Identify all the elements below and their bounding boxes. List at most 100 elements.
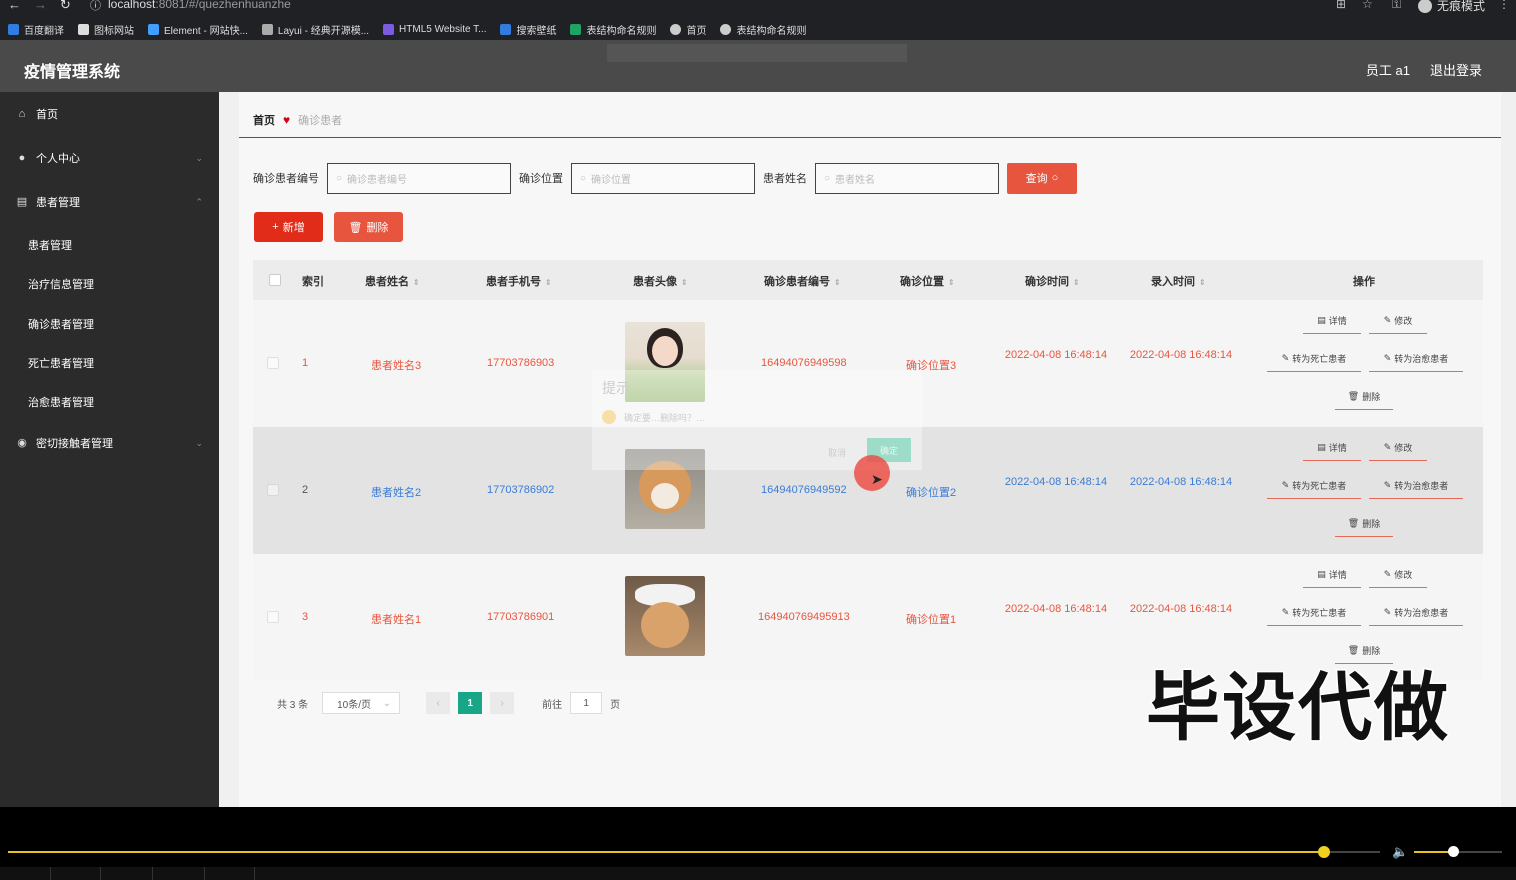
th-avatar[interactable]: 患者头像 ⇕ (633, 273, 688, 289)
volume-icon[interactable]: 🔈 (1392, 844, 1408, 860)
delete-button[interactable]: 🗑 删除 (1335, 511, 1393, 537)
doc-icon: ▤ (1317, 569, 1326, 579)
sidebar-item-patients[interactable]: ▤ 患者管理 ⌃ (0, 182, 219, 222)
row-checkbox[interactable] (267, 357, 279, 369)
bookmark[interactable]: Element - 网站快... (148, 22, 248, 37)
sort-icon: ⇕ (834, 278, 841, 287)
delete-button[interactable]: 🗑 删除 (1335, 384, 1393, 410)
th-location[interactable]: 确诊位置 ⇕ (900, 273, 955, 289)
next-page-button[interactable]: › (490, 692, 515, 714)
th-phone[interactable]: 患者手机号 ⇕ (486, 273, 552, 289)
sidebar-item-profile[interactable]: ● 个人中心 ⌄ (0, 138, 219, 178)
breadcrumb-home[interactable]: 首页 (253, 112, 275, 128)
detail-button[interactable]: ▤ 详情 (1303, 562, 1361, 588)
video-progress-handle[interactable] (1318, 846, 1330, 858)
sidebar-item-home[interactable]: ⌂ 首页 (0, 94, 219, 134)
warning-icon (602, 410, 616, 424)
goto-page-input[interactable]: 1 (570, 692, 603, 714)
sidebar-sub-treatment[interactable]: 治疗信息管理 (28, 276, 94, 292)
doc-icon: ▤ (16, 196, 28, 208)
batch-delete-button[interactable]: 🗑 删除 (334, 212, 403, 242)
forward-icon[interactable]: → (34, 0, 47, 12)
sidebar-item-contacts[interactable]: ◉ 密切接触者管理 ⌄ (0, 423, 219, 463)
search-input-name[interactable]: ○ 患者姓名 (815, 162, 999, 194)
reload-icon[interactable]: ↻ (60, 0, 71, 13)
search-input-location[interactable]: ○ 确诊位置 (571, 162, 755, 194)
bookmark[interactable]: HTML5 Website T... (383, 23, 486, 35)
to-cured-button[interactable]: ✎ 转为治愈患者 (1369, 346, 1463, 372)
home-icon: ⌂ (18, 108, 26, 120)
pencil-icon: ✎ (1383, 569, 1392, 579)
sidebar-sub-cured[interactable]: 治愈患者管理 (28, 394, 94, 410)
plus-icon: + (272, 221, 279, 233)
pencil-icon: ✎ (1383, 442, 1392, 452)
th-name[interactable]: 患者姓名 ⇕ (365, 273, 420, 289)
search-icon: ○ (824, 172, 831, 184)
chevron-left-icon: ‹ (436, 697, 440, 709)
page-number-current[interactable]: 1 (458, 692, 483, 714)
bookmark-icon (720, 23, 732, 35)
chevron-down-icon: ⌄ (195, 152, 203, 163)
bookmark[interactable]: 表结构命名规则 (570, 22, 656, 37)
bookmark[interactable]: 首页 (670, 22, 706, 37)
sidebar-sub-patient-mgmt[interactable]: 患者管理 (28, 237, 72, 253)
bookmark-icon (261, 23, 273, 35)
bookmark[interactable]: 搜索壁纸 (500, 22, 556, 37)
to-dead-button[interactable]: ✎ 转为死亡患者 (1267, 600, 1361, 626)
dialog-title: 提示 (602, 380, 630, 396)
th-confirm-time[interactable]: 确诊时间 ⇕ (1025, 273, 1080, 289)
row-checkbox[interactable] (267, 484, 279, 496)
video-progress-played[interactable] (8, 851, 1324, 853)
star-icon[interactable]: ☆ (1362, 0, 1373, 11)
to-cured-button[interactable]: ✎ 转为治愈患者 (1369, 473, 1463, 499)
query-button[interactable]: 查询 ○ (1007, 162, 1077, 194)
video-progress-remaining[interactable] (1324, 851, 1380, 853)
chevron-down-icon: ⌄ (195, 437, 203, 448)
cell-phone: 17703786903 (487, 357, 555, 369)
incognito-indicator[interactable]: 无痕模式 (1418, 0, 1485, 14)
sort-icon: ⇕ (545, 278, 552, 287)
dialog-cancel-button[interactable]: 取消 (828, 446, 846, 459)
sidebar-sub-confirmed[interactable]: 确诊患者管理 (28, 316, 94, 332)
cell-phone: 17703786901 (487, 611, 555, 623)
back-icon[interactable]: ← (8, 0, 21, 12)
edit-button[interactable]: ✎ 修改 (1369, 435, 1427, 461)
translate-icon[interactable]: ⊞ (1336, 0, 1346, 11)
detail-button[interactable]: ▤ 详情 (1303, 435, 1361, 461)
th-code[interactable]: 确诊患者编号 ⇕ (764, 273, 841, 289)
key-icon[interactable]: ⚿ (1392, 0, 1401, 12)
cell-name: 患者姓名1 (371, 614, 422, 626)
address-row: ← → ↻ ⓘ localhost:8081/#/quezhenhuanzhe … (0, 0, 1516, 14)
page-size-select[interactable]: 10条/页 ⌄ (322, 692, 401, 714)
to-dead-button[interactable]: ✎ 转为死亡患者 (1267, 473, 1361, 499)
sidebar-sub-deceased[interactable]: 死亡患者管理 (28, 355, 94, 371)
edit-button[interactable]: ✎ 修改 (1369, 308, 1427, 334)
add-button[interactable]: + 新增 (254, 212, 323, 242)
bookmark[interactable]: Layui - 经典开源模... (261, 22, 369, 37)
bookmark[interactable]: 表结构命名规则 (720, 22, 806, 37)
detail-button[interactable]: ▤ 详情 (1303, 308, 1361, 334)
chevron-down-icon: ⌄ (382, 697, 392, 709)
search-form: 确诊患者编号 ○ 确诊患者编号 确诊位置 ○ 确诊位置 患者姓名 ○ 患者姓名 查询 ○ (253, 162, 1077, 194)
th-entry-time[interactable]: 录入时间 ⇕ (1151, 273, 1206, 289)
search-input-code[interactable]: ○ 确诊患者编号 (327, 162, 511, 194)
bookmark[interactable]: 百度翻译 (8, 22, 64, 37)
select-all-checkbox[interactable] (269, 274, 281, 286)
trash-icon: 🗑 (348, 221, 363, 234)
bookmark[interactable]: 图标网站 (78, 22, 134, 37)
logout-button[interactable]: 退出登录 (1430, 60, 1482, 79)
row-checkbox[interactable] (267, 611, 279, 623)
to-dead-button[interactable]: ✎ 转为死亡患者 (1267, 346, 1361, 372)
sort-icon: ⇕ (1199, 278, 1206, 287)
cell-confirm-time: 2022-04-08 16:48:14 (1004, 476, 1108, 488)
volume-remaining[interactable] (1454, 851, 1502, 853)
edit-button[interactable]: ✎ 修改 (1369, 562, 1427, 588)
menu-icon[interactable]: ⋮ (1498, 0, 1510, 11)
breadcrumb-current: 确诊患者 (298, 115, 343, 127)
current-user[interactable]: 员工 a1 (1366, 60, 1410, 79)
prev-page-button[interactable]: ‹ (426, 692, 451, 714)
to-cured-button[interactable]: ✎ 转为治愈患者 (1369, 600, 1463, 626)
address-bar[interactable]: localhost:8081/#/quezhenhuanzhe (108, 0, 291, 11)
info-icon[interactable]: ⓘ (90, 0, 101, 13)
volume-handle[interactable] (1448, 846, 1459, 857)
